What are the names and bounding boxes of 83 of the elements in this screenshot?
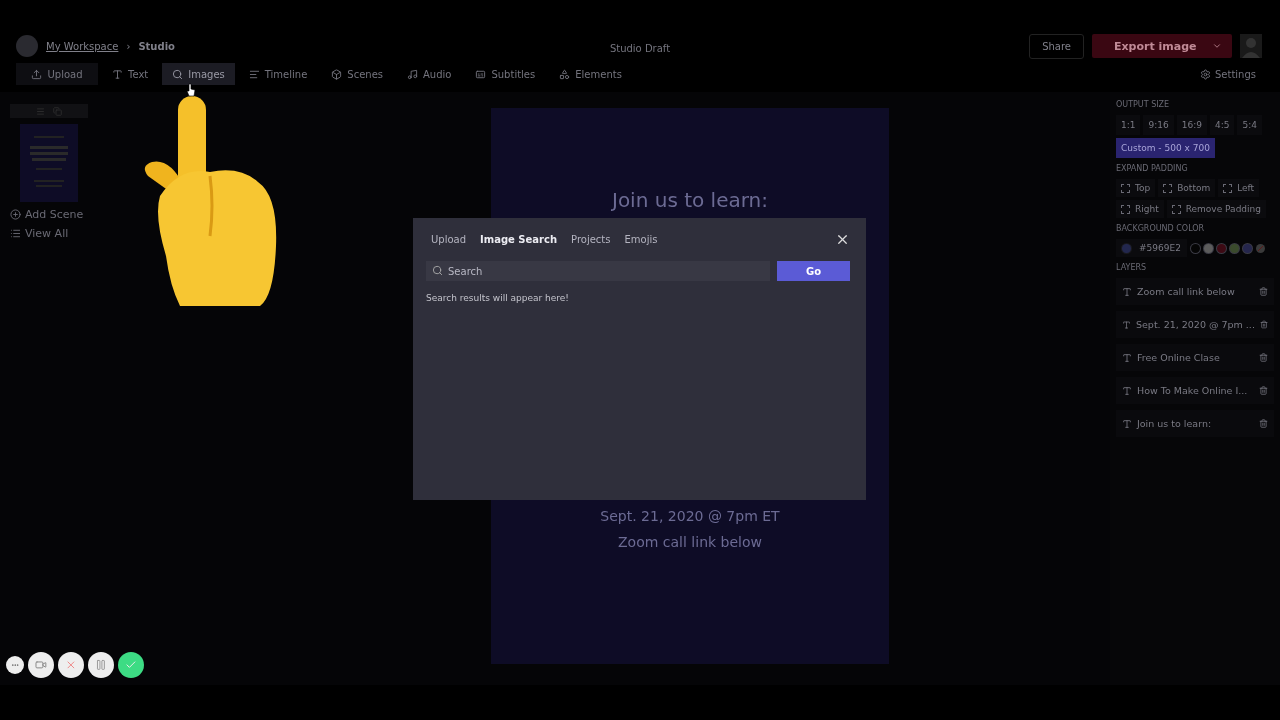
- padding-checkbox[interactable]: Top: [1116, 179, 1156, 197]
- cube-icon: [331, 68, 343, 80]
- color-field[interactable]: #5969E2: [1116, 239, 1187, 257]
- breadcrumb-current: Studio: [138, 40, 175, 52]
- color-swatch[interactable]: [1242, 243, 1252, 253]
- settings-button[interactable]: Settings: [1194, 67, 1262, 81]
- canvas-text: Sept. 21, 2020 @ 7pm ET: [600, 508, 780, 524]
- canvas-text: Zoom call link below: [618, 534, 762, 550]
- color-swatch[interactable]: [1190, 243, 1200, 253]
- section-heading: LAYERS: [1116, 263, 1148, 272]
- caret-icon: [1212, 41, 1222, 51]
- size-option[interactable]: Custom - 500 x 700: [1116, 138, 1215, 158]
- lines-icon: [248, 68, 260, 80]
- dialog-tab[interactable]: Emojis: [619, 230, 663, 249]
- section-heading: BACKGROUND COLOR: [1116, 224, 1206, 233]
- trash-icon[interactable]: [1259, 353, 1268, 362]
- toolbar-button[interactable]: Subtitles: [465, 63, 546, 85]
- padding-checkbox[interactable]: Bottom: [1158, 179, 1216, 197]
- toolbar-button[interactable]: Upload: [16, 63, 98, 85]
- search-icon: [172, 68, 184, 80]
- toolbar-button[interactable]: Text: [102, 63, 159, 85]
- trash-icon[interactable]: [1259, 386, 1268, 395]
- upload-icon: [31, 68, 43, 80]
- dialog-tab[interactable]: Projects: [566, 230, 616, 249]
- text-icon: [1122, 286, 1132, 297]
- toolbar-button[interactable]: Timeline: [238, 63, 318, 85]
- toolbar-button[interactable]: Images: [162, 63, 235, 85]
- close-icon: [65, 659, 77, 671]
- settings-icon: [1200, 68, 1211, 80]
- shapes-icon: [559, 68, 571, 80]
- text-icon: [1122, 319, 1131, 330]
- workspace-link[interactable]: My Workspace: [46, 40, 119, 52]
- layer-item[interactable]: Zoom call link below: [1116, 278, 1274, 305]
- close-button[interactable]: [835, 232, 850, 247]
- section-heading: OUTPUT SIZE: [1116, 100, 1171, 109]
- size-option[interactable]: 9:16: [1143, 115, 1174, 135]
- captions-icon: [475, 68, 487, 80]
- pause-icon: [95, 659, 107, 671]
- search-field[interactable]: Search: [426, 261, 770, 281]
- padding-checkbox[interactable]: Left: [1218, 179, 1260, 197]
- close-icon: [835, 232, 850, 247]
- padding-checkbox[interactable]: Right: [1116, 200, 1164, 218]
- text-icon: [1122, 352, 1132, 363]
- color-swatch[interactable]: [1229, 243, 1239, 253]
- no-color-swatch[interactable]: [1255, 243, 1265, 253]
- share-button[interactable]: Share: [1029, 33, 1084, 59]
- dialog-tab[interactable]: Upload: [426, 230, 472, 249]
- text-icon: [1122, 385, 1132, 396]
- layer-item[interactable]: Sept. 21, 2020 @ 7pm ...: [1116, 311, 1274, 338]
- go-button[interactable]: Go: [777, 261, 850, 281]
- project-title: Studio Draft: [609, 43, 671, 54]
- layer-item[interactable]: Join us to learn:: [1116, 410, 1274, 437]
- check-icon: [125, 659, 137, 671]
- export-button[interactable]: Export image: [1092, 34, 1232, 58]
- scene-thumbnail[interactable]: [20, 124, 78, 202]
- add-icon: [10, 209, 21, 220]
- trash-icon[interactable]: [1259, 419, 1268, 428]
- toolbar-button[interactable]: Audio: [397, 63, 462, 85]
- layer-item[interactable]: Free Online Clase: [1116, 344, 1274, 371]
- toolbar-button[interactable]: Scenes: [321, 63, 393, 85]
- list-icon: [10, 228, 21, 239]
- color-swatch[interactable]: [1216, 243, 1226, 253]
- toolbar-button[interactable]: Elements: [549, 63, 632, 85]
- dialog-tab[interactable]: Image Search: [475, 230, 563, 249]
- breadcrumb-separator: ›: [126, 40, 131, 52]
- section-heading: EXPAND PADDING: [1116, 164, 1189, 173]
- empty-message: Search results will appear here!: [426, 293, 570, 303]
- trash-icon[interactable]: [1259, 320, 1268, 329]
- size-option[interactable]: 5:4: [1237, 115, 1262, 135]
- layer-item[interactable]: How To Make Online I...: [1116, 377, 1274, 404]
- text-icon: [112, 68, 123, 80]
- size-option[interactable]: 1:1: [1116, 115, 1141, 135]
- music-icon: [407, 68, 418, 80]
- text-icon: [1122, 418, 1132, 429]
- camera-icon: [35, 659, 47, 671]
- size-option[interactable]: 4:5: [1209, 115, 1235, 135]
- size-option[interactable]: 16:9: [1176, 115, 1207, 135]
- add-scene-button[interactable]: Add Scene: [10, 208, 120, 221]
- color-swatch[interactable]: [1203, 243, 1213, 253]
- trash-icon[interactable]: [1259, 287, 1268, 296]
- padding-checkbox[interactable]: Remove Padding: [1166, 200, 1266, 218]
- canvas-text: Join us to learn:: [612, 188, 768, 212]
- view-all-button[interactable]: View All: [10, 227, 120, 240]
